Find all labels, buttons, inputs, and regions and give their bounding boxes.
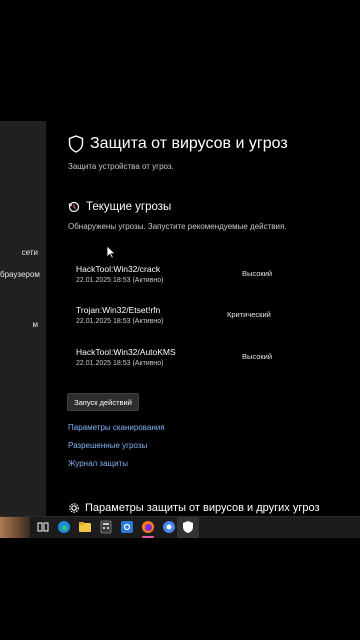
threat-name: HackTool:Win32/AutoKMS — [76, 347, 176, 357]
taskbar-thumbnail — [0, 517, 30, 538]
page-header: Защита от вирусов и угроз — [68, 135, 288, 153]
edge-icon[interactable] — [57, 520, 71, 534]
current-threats-title: Текущие угрозы — [86, 201, 172, 213]
main-content: Защита от вирусов и угроз Защита устройс… — [46, 121, 360, 516]
sidebar-item-device[interactable]: м — [0, 320, 46, 329]
task-view-icon[interactable] — [36, 520, 50, 534]
file-explorer-icon[interactable] — [78, 520, 92, 534]
settings-section-title: Параметры защиты от вирусов и других угр… — [85, 502, 320, 514]
sidebar-item-network[interactable]: сети — [0, 248, 46, 257]
current-threats-description: Обнаружены угрозы. Запустите рекомендуем… — [68, 222, 287, 231]
threat-history-icon — [68, 201, 80, 213]
threat-date: 22.01.2025 18:53 (Активно) — [76, 360, 164, 367]
threat-item[interactable]: HackTool:Win32/AutoKMS 22.01.2025 18:53 … — [76, 347, 316, 371]
threat-level: Критический — [227, 310, 271, 319]
allowed-threats-link[interactable]: Разрешенные угрозы — [68, 441, 147, 450]
mouse-cursor-icon — [106, 245, 116, 259]
settings-gear-icon — [69, 503, 79, 513]
page-title: Защита от вирусов и угроз — [90, 135, 288, 152]
threat-level: Высокий — [242, 269, 273, 278]
firefox-icon[interactable] — [141, 520, 155, 534]
threat-level: Высокий — [242, 352, 273, 361]
threat-date: 22.01.2025 18:53 (Активно) — [76, 318, 164, 325]
start-actions-button[interactable]: Запуск действий — [67, 393, 139, 411]
chrome-icon[interactable] — [162, 520, 176, 534]
shield-icon — [68, 135, 84, 153]
protection-history-link[interactable]: Журнал защиты — [68, 459, 128, 468]
threat-name: HackTool:Win32/crack — [76, 264, 161, 274]
scan-options-link[interactable]: Параметры сканирования — [68, 423, 165, 432]
threat-item[interactable]: HackTool:Win32/crack 22.01.2025 18:53 (А… — [76, 264, 316, 288]
threat-date: 22.01.2025 18:53 (Активно) — [76, 277, 164, 284]
settings-icon[interactable] — [120, 520, 134, 534]
calculator-icon[interactable] — [99, 520, 113, 534]
windows-security-icon — [183, 521, 193, 533]
taskbar — [0, 516, 360, 538]
taskbar-active-app[interactable] — [177, 517, 199, 538]
current-threats-header: Текущие угрозы — [68, 201, 171, 213]
sidebar-item-browser[interactable]: браузером — [0, 270, 46, 279]
navigation-sidebar: сети браузером м — [0, 121, 46, 516]
active-window-indicator — [142, 536, 154, 538]
threat-name: Trojan:Win32/Etset!rfn — [76, 305, 161, 315]
threat-item[interactable]: Trojan:Win32/Etset!rfn 22.01.2025 18:53 … — [76, 305, 316, 329]
windows-security-window: сети браузером м Защита от вирусов и угр… — [0, 121, 360, 516]
settings-section-header: Параметры защиты от вирусов и других угр… — [68, 502, 320, 514]
page-subtitle: Защита устройства от угроз. — [68, 162, 174, 171]
